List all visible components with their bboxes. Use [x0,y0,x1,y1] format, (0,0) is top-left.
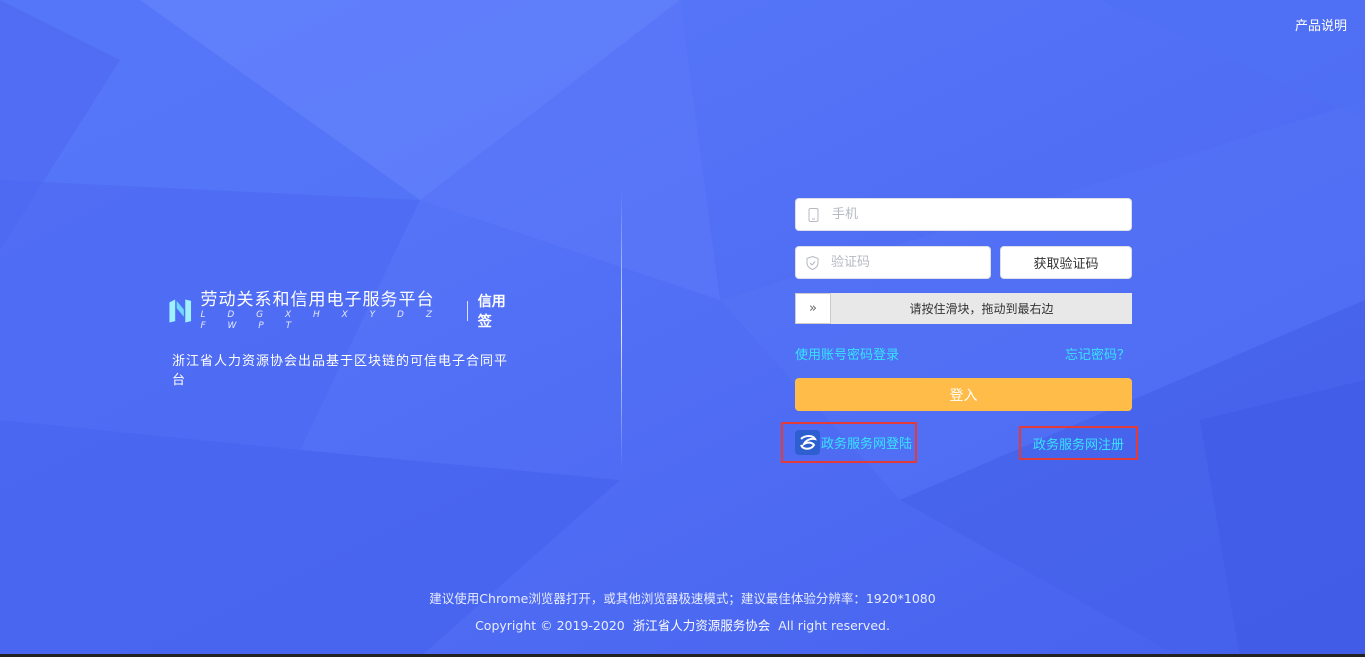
phone-field [795,198,1132,231]
code-field [795,246,1003,279]
browser-tip: 建议使用Chrome浏览器打开，或其他浏览器极速模式；建议最佳体验分辨率：192… [429,591,936,606]
slider-hint: 请按住滑块，拖动到最右边 [909,302,1054,316]
gov-register-label: 政务服务网注册 [1032,437,1124,453]
slide-verification: » 请按住滑块，拖动到最右边 [795,293,1132,324]
product-info-link[interactable]: 产品说明 [1295,15,1347,34]
brand-block: 劳动关系和信用电子服务平台 L D G X H X Y D Z F W P T … [168,290,508,388]
platform-logo-icon [169,299,192,323]
copyright-years: Copyright © 2019-2020 [475,618,625,633]
phone-icon [806,207,820,222]
product-name: 信用签 [477,294,506,330]
gov-login-label: 政务服务网登陆 [821,437,913,452]
slider-handle[interactable]: » [795,293,831,324]
verification-code-input[interactable] [829,254,1003,271]
platform-tagline: 浙江省人力资源协会出品基于区块链的可信电子合同平台 [172,354,509,388]
login-button[interactable]: 登入 [795,378,1132,411]
shield-icon [806,255,819,270]
rights-text: All right reserved. [778,618,890,633]
forgot-password-link[interactable]: 忘记密码？ [1065,344,1130,363]
copyright: Copyright © 2019-2020 浙江省人力资源服务协会 All ri… [0,615,1365,634]
platform-title: 劳动关系和信用电子服务平台 [200,290,435,310]
gov-service-login-link[interactable]: 政务服务网登陆 [781,422,917,463]
double-chevron-right-icon: » [809,301,817,316]
vertical-divider [621,190,622,470]
brand-separator [467,301,468,321]
platform-pinyin: L D G X H X Y D Z F W P T [200,310,442,331]
gov-service-logo-icon [795,430,820,455]
phone-input[interactable] [830,206,1131,223]
get-code-button[interactable]: 获取验证码 [1000,246,1132,279]
organization-link[interactable]: 浙江省人力资源服务协会 [633,618,771,633]
account-password-login-link[interactable]: 使用账号密码登录 [795,344,899,363]
gov-service-register-link[interactable]: 政务服务网注册 [1019,426,1138,460]
